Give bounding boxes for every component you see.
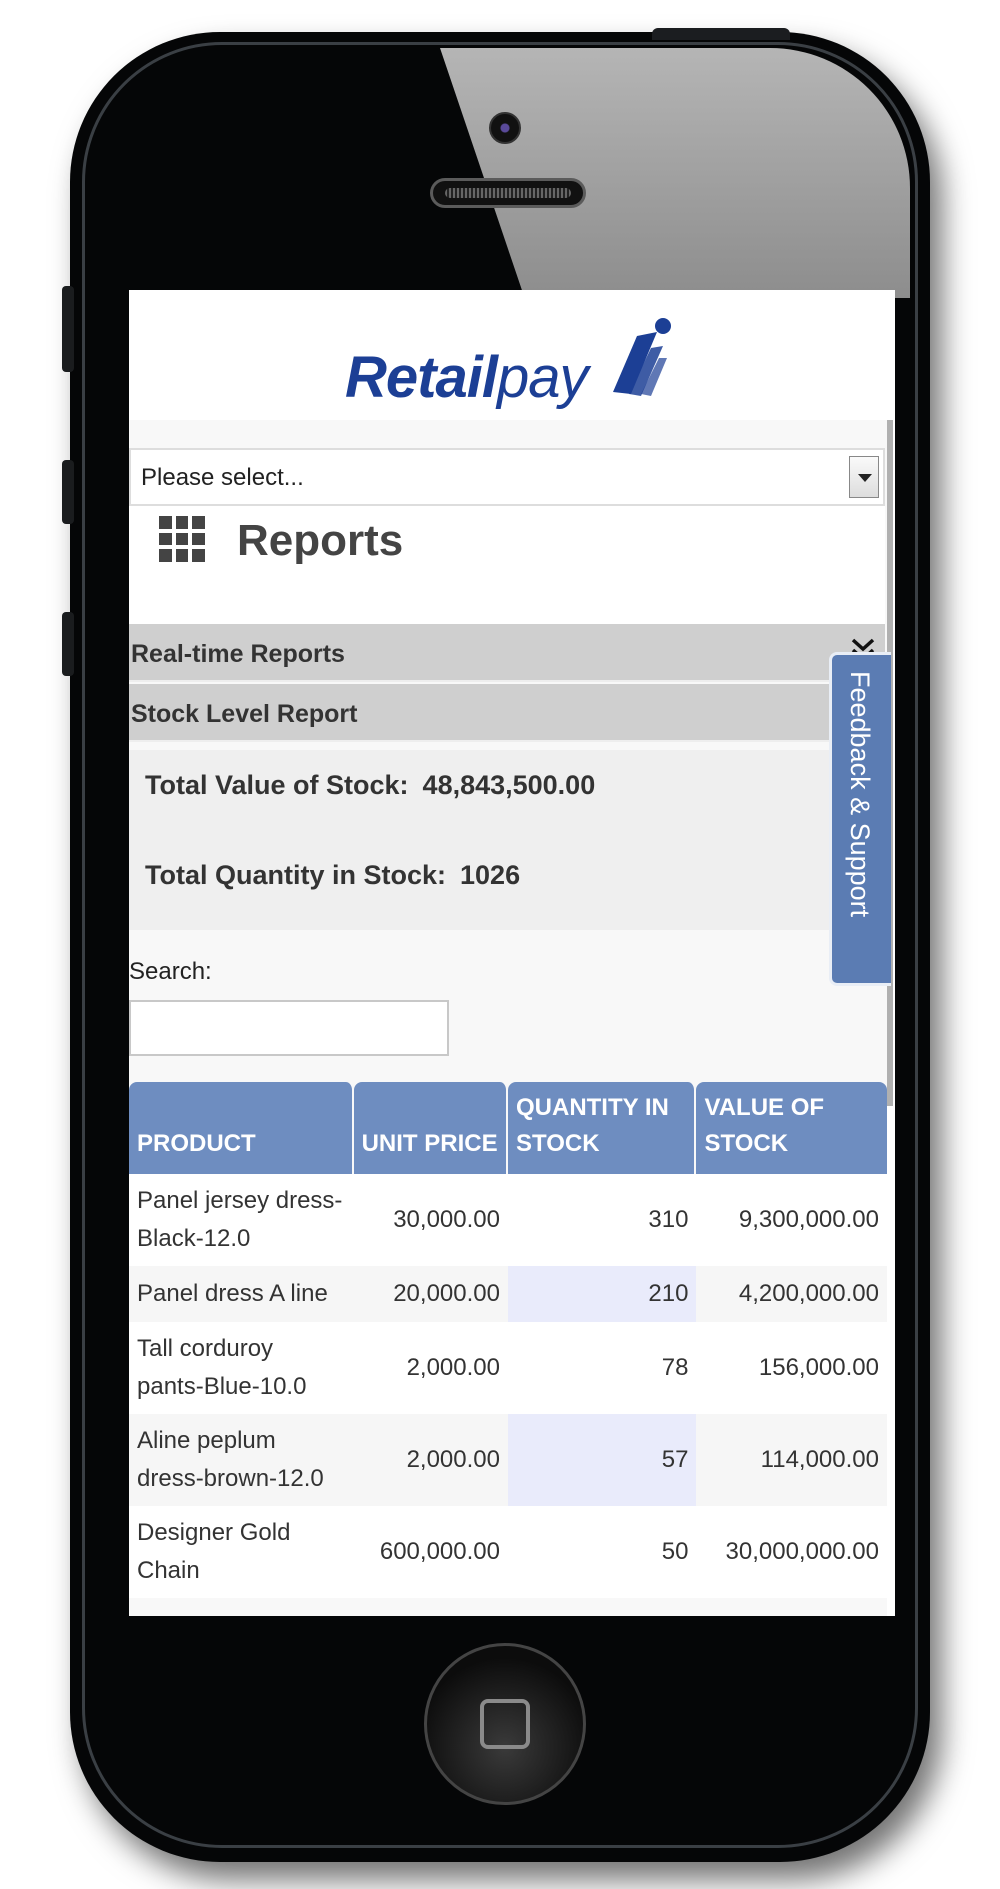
column-header-quantity[interactable]: QUANTITY IN STOCK: [507, 1082, 697, 1174]
cell-product: Panel dress A line: [129, 1266, 354, 1322]
power-button: [652, 28, 790, 40]
cell-value: 9,300,000.00: [696, 1174, 887, 1266]
accordion-stock-label: Stock Level Report: [131, 700, 358, 728]
front-camera: [489, 112, 521, 144]
cell-unit-price: 2,000.00: [353, 1414, 508, 1506]
total-quantity-label: Total Quantity in Stock:: [145, 860, 447, 890]
table-header-row: PRODUCT UNIT PRICE QUANTITY IN STOCK VAL…: [129, 1082, 887, 1174]
cell-product: Designer Gold Chain: [129, 1506, 354, 1598]
cell-product: Aline peplum dress-brown-12.0: [129, 1414, 354, 1506]
cell-quantity: 310: [507, 1174, 697, 1266]
cell-value: 156,000.00: [696, 1322, 887, 1414]
search-input[interactable]: [129, 1000, 449, 1056]
cell-quantity: 210: [507, 1266, 697, 1322]
table-row[interactable]: Panel dress A line 20,000.00 210 4,200,0…: [129, 1266, 887, 1322]
retailpay-logo[interactable]: Retailpay: [345, 314, 675, 410]
home-square-icon: [480, 1699, 530, 1749]
cell-value: 114,000.00: [696, 1414, 887, 1506]
total-value-line: Total Value of Stock: 48,843,500.00: [145, 770, 595, 801]
cell-value: 4,200,000.00: [696, 1266, 887, 1322]
phone-screen: Retailpay Please select... Reports Real-…: [129, 290, 895, 1616]
reports-header: Reports: [129, 506, 885, 624]
chevron-down-icon[interactable]: [849, 456, 879, 498]
cell-quantity: 57: [507, 1414, 697, 1506]
accordion-stock-level-report[interactable]: Stock Level Report: [129, 684, 885, 742]
logo-text-light: pay: [496, 345, 589, 410]
logo-text-bold: Retail: [345, 345, 498, 410]
stock-summary: Total Value of Stock: 48,843,500.00 Total…: [129, 750, 885, 930]
accordion-realtime-label: Real-time Reports: [131, 640, 345, 668]
main-content: Please select... Reports Real-time Repor…: [129, 420, 887, 1616]
earpiece-speaker: [430, 178, 586, 208]
logo-text: Retailpay: [345, 344, 589, 411]
stock-table: PRODUCT UNIT PRICE QUANTITY IN STOCK VAL…: [129, 1082, 887, 1598]
report-select-value: Please select...: [141, 464, 304, 491]
total-quantity: 1026: [460, 860, 521, 890]
cell-value: 30,000,000.00: [696, 1506, 887, 1598]
runner-logo-icon: [613, 318, 671, 396]
total-value: 48,843,500.00: [422, 770, 596, 800]
table-row[interactable]: Designer Gold Chain 600,000.00 50 30,000…: [129, 1506, 887, 1598]
cell-product: Panel jersey dress-Black-12.0: [129, 1174, 354, 1266]
cell-unit-price: 2,000.00: [353, 1322, 508, 1414]
column-header-unit-price[interactable]: UNIT PRICE: [353, 1082, 508, 1174]
table-row[interactable]: Aline peplum dress-brown-12.0 2,000.00 5…: [129, 1414, 887, 1506]
volume-down-button: [62, 612, 74, 676]
total-quantity-line: Total Quantity in Stock: 1026: [145, 860, 520, 891]
cell-product: Tall corduroy pants-Blue-10.0: [129, 1322, 354, 1414]
cell-unit-price: 30,000.00: [353, 1174, 508, 1266]
volume-up-button: [62, 460, 74, 524]
table-row[interactable]: Tall corduroy pants-Blue-10.0 2,000.00 7…: [129, 1322, 887, 1414]
cell-quantity: 50: [507, 1506, 697, 1598]
report-select[interactable]: Please select...: [129, 448, 885, 506]
total-value-label: Total Value of Stock:: [145, 770, 409, 800]
table-row[interactable]: Panel jersey dress-Black-12.0 30,000.00 …: [129, 1174, 887, 1266]
mute-switch: [62, 286, 74, 372]
column-header-product[interactable]: PRODUCT: [129, 1082, 354, 1174]
column-header-value[interactable]: VALUE OF STOCK: [696, 1082, 887, 1174]
cell-unit-price: 600,000.00: [353, 1506, 508, 1598]
grid-menu-icon[interactable]: [159, 516, 205, 562]
accordion-realtime-reports[interactable]: Real-time Reports: [129, 624, 885, 682]
page-title: Reports: [237, 516, 404, 565]
cell-quantity: 78: [507, 1322, 697, 1414]
search-label: Search:: [129, 958, 212, 985]
home-button[interactable]: [424, 1643, 586, 1805]
cell-unit-price: 20,000.00: [353, 1266, 508, 1322]
feedback-support-tab[interactable]: Feedback & Support: [829, 652, 891, 986]
feedback-support-label: Feedback & Support: [845, 671, 875, 918]
